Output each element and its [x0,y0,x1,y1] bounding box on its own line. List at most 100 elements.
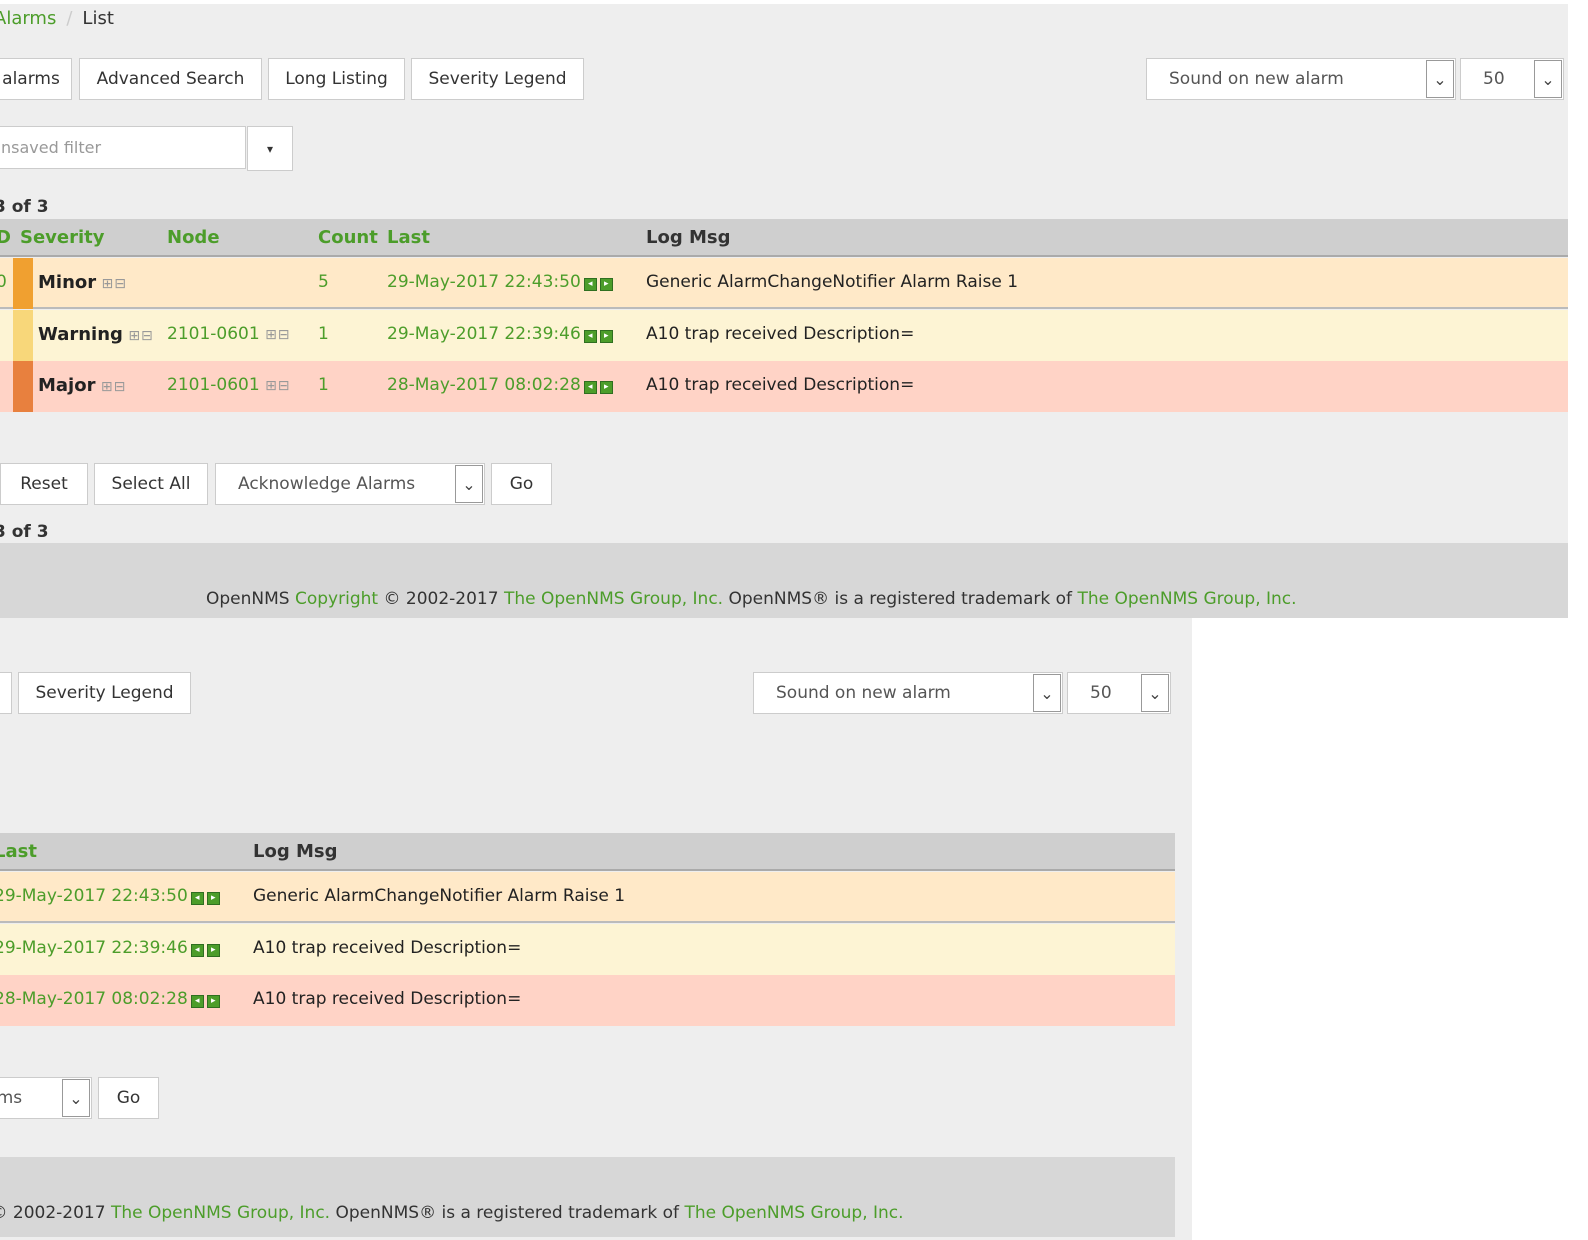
before-icon[interactable]: ◂ [583,381,597,394]
severity-legend-button[interactable]: Severity Legend [18,672,191,714]
footer-years: © 2002-2017 [0,1203,106,1223]
results-count-bottom: 3 of 3 [0,522,49,542]
header-severity[interactable]: Severity [20,227,105,248]
table-row: Major ⊞⊟ 2101-0601 ⊞⊟ 1 28-May-2017 08:0… [0,361,1568,412]
before-icon[interactable]: ◂ [583,278,597,291]
footer-group-link[interactable]: The OpenNMS Group, Inc. [111,1203,330,1223]
breadcrumb-current: List [82,8,114,29]
before-icon[interactable]: ◂ [583,330,597,343]
severity-legend-button[interactable]: Severity Legend [411,58,584,100]
sound-select-arrow-icon[interactable]: ⌄ [1426,60,1454,98]
action-select[interactable]: Acknowledge Alarms [215,463,485,505]
alarm-list-panel-bottom: Alarms/List alarms Advanced Search Long … [0,618,1192,1240]
logmsg-cell: A10 trap received Description= [646,324,915,344]
node-link[interactable]: 2101-0601 [167,324,260,344]
after-icon[interactable]: ▸ [599,278,613,291]
severity-cell: Warning ⊞⊟ [38,324,154,345]
reset-button[interactable]: Reset [0,463,88,505]
footer-prefix: OpenNMS [206,589,290,609]
footer-group-link-2[interactable]: The OpenNMS Group, Inc. [1077,589,1296,609]
before-icon[interactable]: ◂ [190,995,204,1008]
last-time-link[interactable]: 28-May-2017 08:02:28 [387,375,581,395]
last-time-link[interactable]: 29-May-2017 22:39:46 [387,324,581,344]
last-cell: 29-May-2017 22:39:46 ◂ ▸ [0,938,220,958]
count-cell[interactable]: 1 [318,375,329,395]
severity-label: Minor [38,272,97,293]
go-button[interactable]: Go [491,463,552,505]
table-row: Major ⊞⊟ 2101-0601 ⊞⊟ 1 28-May-2017 08:0… [0,975,1175,1026]
last-cell: 28-May-2017 08:02:28 ◂ ▸ [387,375,613,395]
long-listing-button[interactable]: Long Listing [0,672,12,714]
logmsg-cell: A10 trap received Description= [253,989,522,1009]
header-node[interactable]: Node [167,227,220,248]
last-time-link[interactable]: 29-May-2017 22:43:50 [387,272,581,292]
before-icon[interactable]: ◂ [190,892,204,905]
results-count-top: 3 of 3 [0,197,49,217]
long-listing-button[interactable]: Long Listing [268,58,405,100]
filter-placeholder: nsaved filter [1,138,102,157]
last-cell: 29-May-2017 22:43:50 ◂ ▸ [0,886,220,906]
breadcrumb-separator: / [66,8,73,29]
logmsg-cell: A10 trap received Description= [253,938,522,958]
action-select-arrow-icon[interactable]: ⌄ [62,1079,90,1117]
action-select-arrow-icon[interactable]: ⌄ [455,465,483,503]
last-time-link[interactable]: 28-May-2017 08:02:28 [0,989,188,1009]
last-time-link[interactable]: 29-May-2017 22:39:46 [0,938,188,958]
node-link[interactable]: 2101-0601 [167,375,260,395]
header-last[interactable]: Last [0,841,37,862]
limit-select-value: 50 [1483,69,1505,89]
header-logmsg: Log Msg [253,841,338,862]
breadcrumb: Alarms / List [0,8,114,29]
advanced-search-button[interactable]: Advanced Search [79,58,262,100]
filter-dropdown-button[interactable]: ▾ [247,126,293,171]
table-row: 0 Minor ⊞⊟ 5 29-May-2017 22:43:50◂▸ Gene… [0,258,1568,309]
footer-copyright-link[interactable]: Copyright [295,589,378,609]
filter-input[interactable]: nsaved filter [0,126,246,169]
count-cell[interactable]: 1 [318,324,329,344]
sound-select[interactable]: Sound on new alarm [1146,58,1456,100]
filter-plus-minus-icon[interactable]: ⊞⊟ [101,379,126,395]
severity-bar [13,310,33,361]
footer-group-link[interactable]: The OpenNMS Group, Inc. [504,589,723,609]
logmsg-cell: Generic AlarmChangeNotifier Alarm Raise … [646,272,1019,292]
severity-cell: Minor ⊞⊟ [38,272,127,293]
severity-label: Warning [38,324,123,345]
table-row: Warning ⊞⊟ 2101-0601 ⊞⊟ 1 29-May-2017 22… [0,924,1175,975]
select-all-button[interactable]: Select All [94,463,208,505]
after-icon[interactable]: ▸ [206,944,220,957]
before-icon[interactable]: ◂ [190,944,204,957]
footer-group-link-2[interactable]: The OpenNMS Group, Inc. [684,1203,903,1223]
filter-plus-minus-icon[interactable]: ⊞⊟ [128,328,153,344]
sound-select-arrow-icon[interactable]: ⌄ [1033,674,1061,712]
sound-select[interactable]: Sound on new alarm [753,672,1063,714]
limit-select-arrow-icon[interactable]: ⌄ [1141,674,1169,712]
footer-text: OpenNMS Copyright © 2002-2017 The OpenNM… [0,1203,904,1223]
alarm-id[interactable]: 0 [0,272,7,292]
footer: OpenNMS Copyright © 2002-2017 The OpenNM… [0,543,1568,618]
header-id[interactable]: D [0,227,11,248]
header-last[interactable]: Last [387,227,430,248]
severity-bar [13,258,33,309]
count-cell[interactable]: 5 [318,272,329,292]
limit-select-arrow-icon[interactable]: ⌄ [1534,60,1562,98]
all-alarms-button[interactable]: alarms [0,58,72,100]
breadcrumb-alarms-link[interactable]: Alarms [0,8,56,29]
after-icon[interactable]: ▸ [206,995,220,1008]
header-count[interactable]: Count [318,227,378,248]
sound-select-value: Sound on new alarm [1169,69,1344,89]
filter-plus-minus-icon[interactable]: ⊞⊟ [102,276,127,292]
filter-plus-minus-icon[interactable]: ⊞⊟ [265,327,290,343]
filter-plus-minus-icon[interactable]: ⊞⊟ [265,378,290,394]
logmsg-cell: Generic AlarmChangeNotifier Alarm Raise … [253,886,626,906]
alarm-list-panel-top: Alarms / List alarms Advanced Search Long … [0,4,1568,618]
footer-trademark: OpenNMS® is a registered trademark of [335,1203,680,1223]
go-button[interactable]: Go [98,1077,159,1119]
last-time-link[interactable]: 29-May-2017 22:43:50 [0,886,188,906]
table-header: D Severity Node Count Last Log Msg [0,219,1568,257]
after-icon[interactable]: ▸ [599,381,613,394]
after-icon[interactable]: ▸ [599,330,613,343]
footer: OpenNMS Copyright © 2002-2017 The OpenNM… [0,1157,1175,1237]
severity-cell: Major ⊞⊟ [38,375,126,396]
after-icon[interactable]: ▸ [206,892,220,905]
table-header: D Severity Node Count Last Log Msg [0,833,1175,871]
